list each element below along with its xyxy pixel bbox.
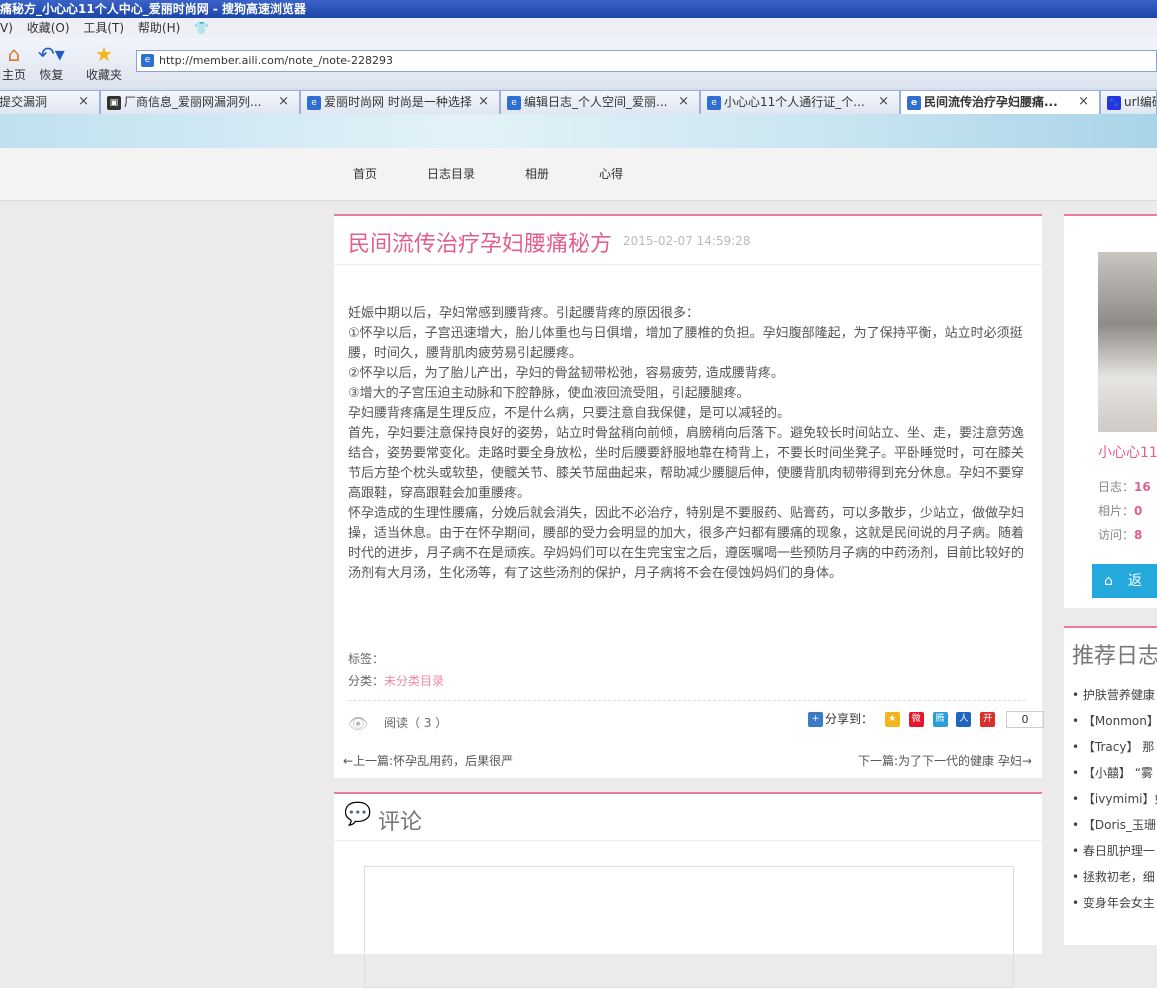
tab-3[interactable]: e 爱丽时尚网 时尚是一种选择 × <box>300 90 500 114</box>
list-item[interactable]: • 【Doris_玉珊 <box>1072 816 1156 833</box>
profile-name[interactable]: 小心心11 <box>1098 442 1157 462</box>
weibo-icon[interactable]: 微 <box>908 712 924 727</box>
list-item[interactable]: • 【Monmon】 <box>1072 712 1157 729</box>
ie-icon: e <box>707 95 721 110</box>
paragraph: 孕妇腰背疼痛是生理反应，不是什么病，只要注意自我保健，是可以减轻的。 <box>348 406 791 421</box>
page-icon: e <box>141 54 154 67</box>
site-nav: 首页 日志目录 相册 心得 <box>0 148 1157 201</box>
comments-title: 评论 <box>378 810 423 835</box>
article-card: 民间流传治疗孕妇腰痛秘方 2015-02-07 14:59:28 妊娠中期以后，… <box>334 214 1044 778</box>
list-item[interactable]: • 拯救初老，细 <box>1072 868 1155 885</box>
home-icon: ⌂ <box>7 42 21 66</box>
article-body: 妊娠中期以后，孕妇常感到腰背疼。引起腰背疼的原因很多： ①怀孕以后，子宫迅速增大… <box>348 304 1024 584</box>
nav-notes[interactable]: 心得 <box>599 165 623 182</box>
stat-posts: 日志：16 <box>1098 480 1151 494</box>
share-count: 0 <box>1005 711 1044 728</box>
address-text: http://member.aili.com/note_/note-228293 <box>159 54 393 67</box>
close-icon[interactable]: × <box>78 91 89 113</box>
comments-card: 💬 评论 <box>334 792 1042 988</box>
tags-row: 标签： <box>348 650 384 667</box>
menu-help[interactable]: 帮助(H) <box>138 18 180 38</box>
category-row: 分类：未分类目录 <box>348 672 444 689</box>
close-icon[interactable]: × <box>678 91 689 113</box>
undo-icon: ↶▾ <box>38 42 65 66</box>
tab-4[interactable]: e 编辑日志_个人空间_爱丽... × <box>500 90 700 114</box>
menu-view[interactable]: V) <box>0 18 13 38</box>
ie-icon: e <box>907 95 921 110</box>
share-bar: + 分享到： ★ 微 腾 人 开 0 <box>808 710 1044 728</box>
list-item[interactable]: • 护肤营养健康 <box>1072 686 1155 703</box>
restore-button[interactable]: ↶▾ 恢复 <box>38 42 65 83</box>
nav-blog-list[interactable]: 日志目录 <box>427 165 475 182</box>
paragraph: 妊娠中期以后，孕妇常感到腰背疼。引起腰背疼的原因很多： <box>348 306 700 321</box>
comment-input[interactable] <box>364 866 1014 988</box>
window-title-bar: 痛秘方_小心心11个人中心_爱丽时尚网 - 搜狗高速浏览器 <box>0 0 1157 18</box>
menu-bar: V) 收藏(O) 工具(T) 帮助(H) 👕 <box>0 18 1157 38</box>
nav-home[interactable]: 首页 <box>353 165 377 182</box>
qzone-icon[interactable]: ★ <box>884 712 900 727</box>
divider <box>348 700 1026 701</box>
stat-visits: 访问：8 <box>1098 528 1143 542</box>
list-item[interactable]: • 【小囍】 “雾 <box>1072 764 1153 781</box>
share-plus-icon[interactable]: + <box>808 712 823 727</box>
back-home-button[interactable]: ⌂ 返 <box>1092 564 1157 598</box>
recommended-card: 推荐日志 • 护肤营养健康 • 【Monmon】 • 【Tracy】 那 • 【… <box>1064 626 1157 945</box>
tab-5[interactable]: e 小心心11个人通行证_个... × <box>700 90 900 114</box>
favorites-button[interactable]: ★ 收藏夹 <box>86 42 122 83</box>
article-date: 2015-02-07 14:59:28 <box>623 234 751 248</box>
list-item[interactable]: • 春日肌护理一 <box>1072 842 1155 859</box>
close-icon[interactable]: × <box>1078 91 1089 113</box>
paragraph: 首先，孕妇要注意保持良好的姿势，站立时骨盆稍向前倾，肩膀稍向后落下。避免较长时间… <box>348 426 1025 501</box>
window-title: 痛秘方_小心心11个人中心_爱丽时尚网 - 搜狗高速浏览器 <box>0 2 307 16</box>
paragraph: ②怀孕以后，为了胎儿产出，孕妇的骨盆韧带松弛，容易疲劳, 造成腰背疼。 <box>348 366 784 381</box>
kaixin-icon[interactable]: 开 <box>980 712 996 727</box>
menu-tools[interactable]: 工具(T) <box>83 18 124 38</box>
nav-album[interactable]: 相册 <box>525 165 549 182</box>
ie-icon: e <box>507 95 521 110</box>
tencent-weibo-icon[interactable]: 腾 <box>932 712 948 727</box>
next-post-link[interactable]: 下一篇:为了下一代的健康 孕妇→ <box>858 752 1032 769</box>
home-button[interactable]: ⌂ 主页 <box>2 42 26 83</box>
category-label: 分类： <box>348 674 385 688</box>
read-count: 阅读（ 3 ） <box>384 716 448 730</box>
category-link[interactable]: 未分类目录 <box>384 674 444 688</box>
list-item[interactable]: • 【Tracy】 那 <box>1072 738 1154 755</box>
tab-2[interactable]: ▣ 厂商信息_爱丽网漏洞列... × <box>100 90 300 114</box>
site-banner <box>0 114 1157 148</box>
menu-favorites[interactable]: 收藏(O) <box>27 18 70 38</box>
prev-post-link[interactable]: ←上一篇:怀孕乱用药，后果很严 <box>343 752 513 769</box>
paragraph: ①怀孕以后，子宫迅速增大，胎儿体重也与日俱增，增加了腰椎的负担。孕妇腹部隆起，为… <box>348 326 1023 361</box>
browser-toolbar: ⌂ 主页 ↶▾ 恢复 ★ 收藏夹 e http://member.aili.co… <box>0 38 1157 89</box>
list-item[interactable]: • 变身年会女主 <box>1072 894 1155 911</box>
tab-7[interactable]: 🐾url编码 <box>1100 90 1157 114</box>
list-item[interactable]: • 【ivymimi】如 <box>1072 790 1157 807</box>
article-title: 民间流传治疗孕妇腰痛秘方 <box>348 232 613 257</box>
tab-6-active[interactable]: e 民间流传治疗孕妇腰痛... × <box>900 90 1100 114</box>
recommended-title: 推荐日志 <box>1072 644 1157 669</box>
share-label: 分享到： <box>825 712 874 726</box>
paragraph: 怀孕造成的生理性腰痛，分娩后就会消失，因此不必治疗，特别是不要服药、贴膏药，可以… <box>348 506 1025 581</box>
close-icon[interactable]: × <box>878 91 889 113</box>
ie-icon: e <box>307 95 321 110</box>
address-bar[interactable]: e http://member.aili.com/note_/note-2282… <box>136 50 1157 72</box>
star-icon: ★ <box>95 42 113 66</box>
close-icon[interactable]: × <box>478 91 489 113</box>
paragraph: ③增大的子宫压迫主动脉和下腔静脉，使血液回流受阻，引起腰腿疼。 <box>348 386 750 401</box>
baidu-icon: 🐾 <box>1107 95 1121 110</box>
tab-bar: 提交漏洞 × ▣ 厂商信息_爱丽网漏洞列... × e 爱丽时尚网 时尚是一种选择 … <box>0 88 1157 115</box>
stat-photos: 相片：0 <box>1098 504 1143 518</box>
profile-card: 小心心11 日志：16 相片：0 访问：8 ⌂ 返 <box>1064 214 1157 608</box>
speech-bubble-icon: 💬 <box>344 802 372 827</box>
renren-icon[interactable]: 人 <box>956 712 972 727</box>
page-icon: ▣ <box>107 95 121 110</box>
tags-label: 标签： <box>348 652 385 666</box>
eye-icon: 👁 <box>348 714 369 733</box>
tab-1[interactable]: 提交漏洞 × <box>0 90 100 114</box>
close-icon[interactable]: × <box>278 91 289 113</box>
home-icon: ⌂ <box>1104 573 1113 589</box>
divider <box>334 264 1042 265</box>
skin-icon[interactable]: 👕 <box>194 18 209 38</box>
divider <box>334 840 1042 841</box>
avatar[interactable] <box>1098 252 1157 432</box>
